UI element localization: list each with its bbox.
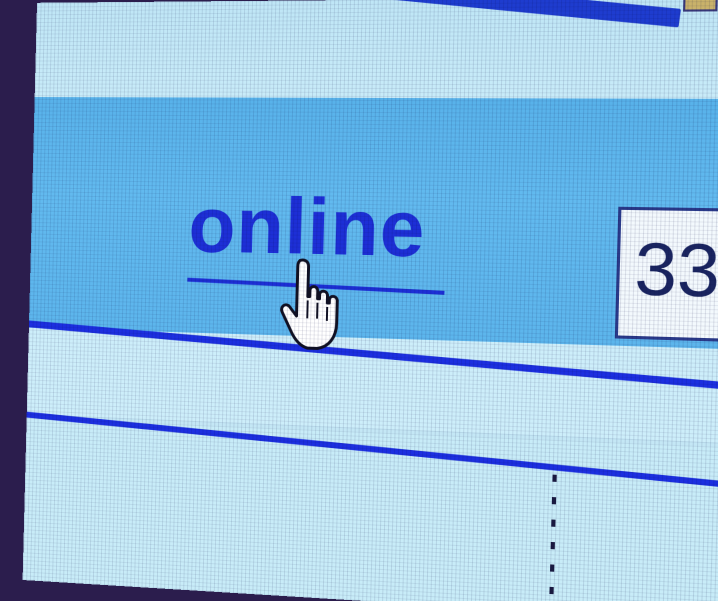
hand-pointer-icon bbox=[276, 256, 347, 353]
counter-box: 335 bbox=[614, 206, 718, 343]
photo-frame: online 335 bbox=[0, 0, 718, 601]
corner-badge bbox=[683, 0, 718, 12]
counter-value: 335 bbox=[633, 228, 718, 315]
monitor-screen: online 335 bbox=[22, 0, 718, 601]
